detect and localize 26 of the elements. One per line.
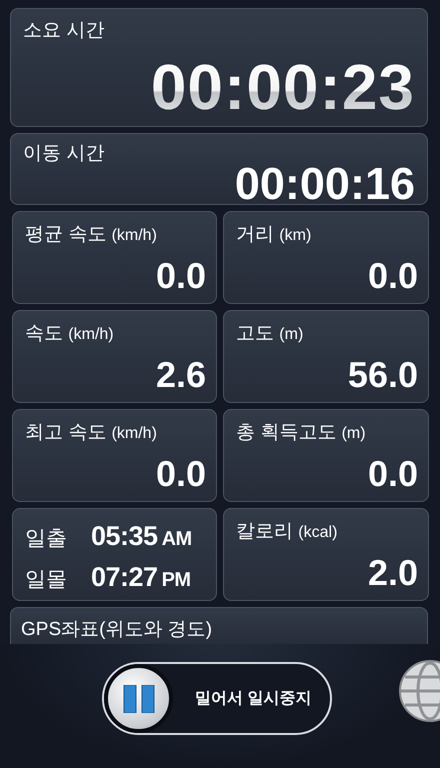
- time-value: 00:00:16: [234, 160, 415, 208]
- slider-knob[interactable]: [104, 664, 173, 733]
- stat-value: 2.0: [368, 552, 418, 594]
- swipe-to-pause-slider[interactable]: 밀어서 일시중지: [102, 662, 332, 735]
- stat-label: 최고 속도 (km/h): [25, 421, 158, 445]
- globe-icon[interactable]: [399, 660, 440, 722]
- stat-value: 0.0: [156, 453, 206, 495]
- stat-label: 평균 속도 (km/h): [25, 223, 158, 247]
- stat-value: 0.0: [368, 453, 418, 495]
- sun-time: 07:27 PM: [91, 562, 191, 593]
- stat-value: 0.0: [368, 255, 418, 297]
- stat-value: 2.6: [156, 354, 206, 396]
- stat-label: 속도 (km/h): [25, 322, 115, 346]
- stat-value: 56.0: [348, 354, 418, 396]
- sun-label: 일몰: [25, 567, 68, 593]
- sun-label: 일출: [25, 526, 68, 552]
- gps-coordinates-card: GPS좌표(위도와 경도): [10, 607, 428, 644]
- card-label: 이동 시간: [23, 142, 104, 166]
- stat-label: 총 획득고도 (m): [236, 421, 367, 445]
- pause-icon: [122, 684, 154, 712]
- sun-time: 05:35 AM: [91, 521, 192, 552]
- stat-label: 칼로리 (kcal): [236, 520, 338, 544]
- card-label: 소요 시간: [23, 19, 104, 43]
- stat-label: 거리 (km): [236, 223, 312, 247]
- stat-value: 0.0: [156, 255, 206, 297]
- stat-label: 고도 (m): [236, 322, 304, 346]
